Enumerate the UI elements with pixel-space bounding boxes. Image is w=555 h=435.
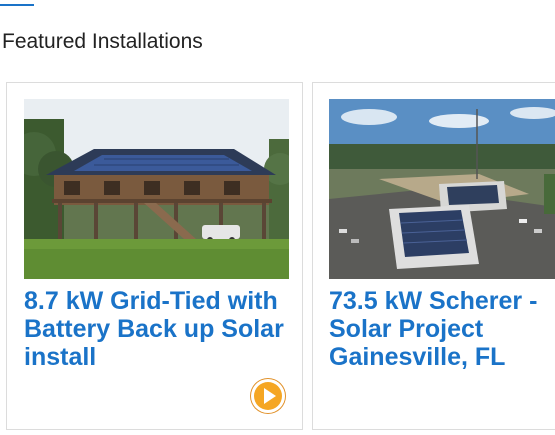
installation-card[interactable]: 8.7 kW Grid-Tied with Battery Back up So… bbox=[6, 82, 303, 430]
installation-card[interactable]: 73.5 kW Scherer - Solar Project Gainesvi… bbox=[312, 82, 555, 430]
page: Featured Installations 8.7 kW Grid-Tied … bbox=[0, 0, 555, 435]
section-title: Featured Installations bbox=[2, 30, 203, 53]
installation-title-link[interactable]: 73.5 kW Scherer - Solar Project Gainesvi… bbox=[329, 287, 555, 371]
link-underline bbox=[0, 4, 34, 6]
aerial-photo-illustration bbox=[329, 99, 555, 279]
installation-photo[interactable] bbox=[24, 99, 289, 279]
installation-photo[interactable] bbox=[329, 99, 555, 279]
top-link-fragment[interactable] bbox=[0, 0, 190, 6]
house-photo-illustration bbox=[24, 99, 289, 279]
installation-title-link[interactable]: 8.7 kW Grid-Tied with Battery Back up So… bbox=[24, 287, 299, 371]
play-arrow-icon[interactable] bbox=[251, 379, 285, 413]
